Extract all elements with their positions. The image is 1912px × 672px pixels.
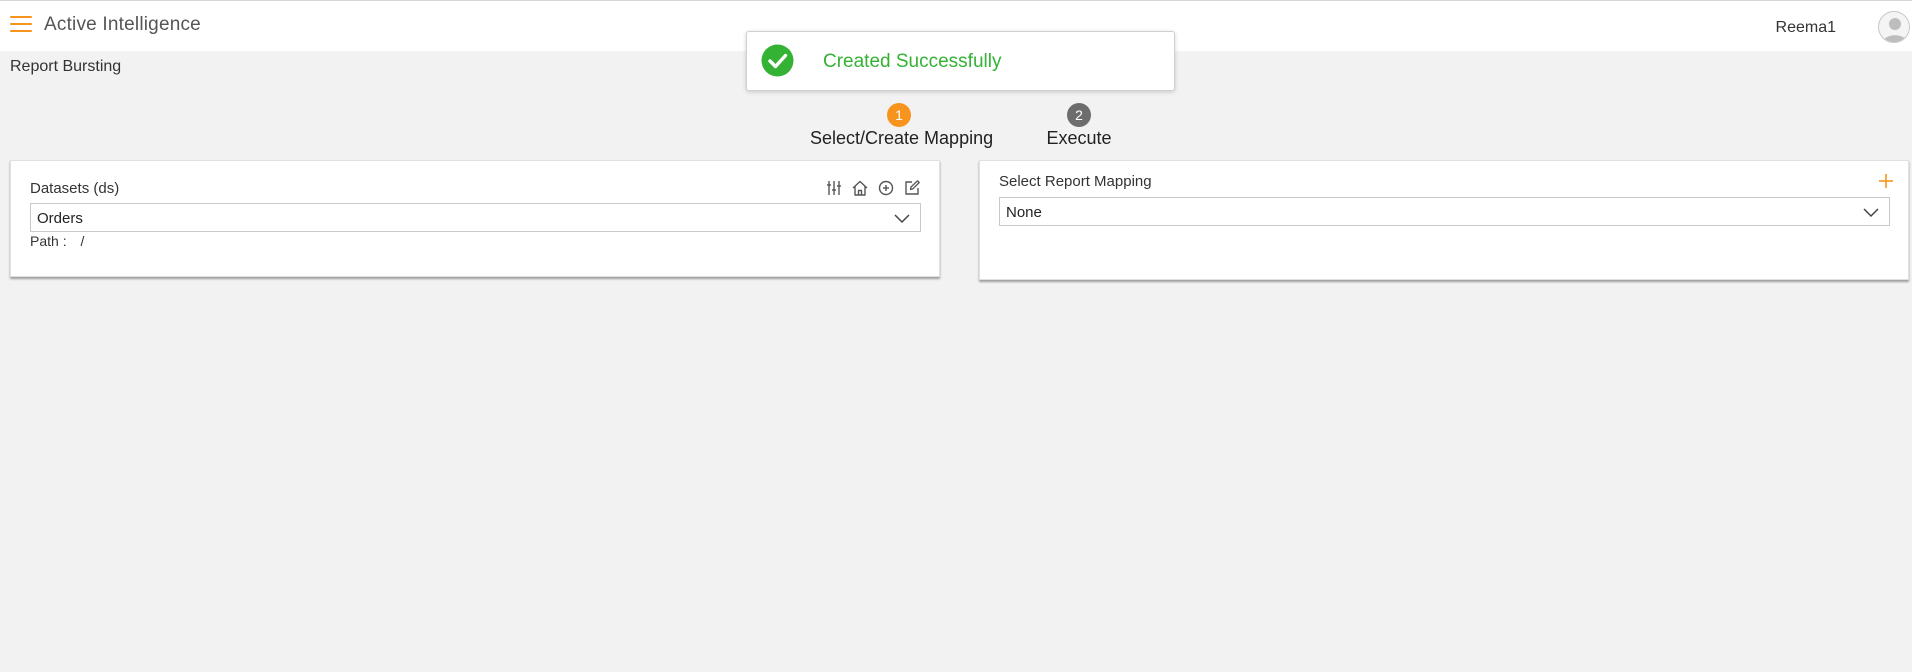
- report-mapping-label: Select Report Mapping: [999, 173, 1152, 190]
- step-execute[interactable]: 2 Execute: [1040, 103, 1118, 149]
- page-title: Report Bursting: [10, 58, 122, 75]
- home-icon[interactable]: [851, 179, 869, 197]
- check-circle-icon: [761, 44, 794, 77]
- chevron-down-icon: [894, 214, 910, 224]
- toast-message: Created Successfully: [823, 51, 1002, 72]
- step-number-badge: 2: [1067, 103, 1091, 127]
- path-value: /: [80, 233, 85, 249]
- datasets-select[interactable]: Orders: [30, 203, 921, 232]
- step-number-badge: 1: [887, 103, 911, 127]
- datasets-panel: Datasets (ds) Orders Path: /: [10, 160, 940, 277]
- edit-icon[interactable]: [903, 179, 921, 197]
- chevron-down-icon: [1863, 208, 1879, 218]
- plus-icon[interactable]: [1878, 173, 1894, 189]
- menu-icon[interactable]: [10, 16, 32, 34]
- report-mapping-panel: Select Report Mapping None: [979, 160, 1909, 280]
- sliders-icon[interactable]: [825, 179, 843, 197]
- add-circle-icon[interactable]: [877, 179, 895, 197]
- datasets-selected-value: Orders: [37, 210, 83, 227]
- success-toast: Created Successfully: [746, 31, 1175, 91]
- user-avatar-icon[interactable]: [1878, 11, 1910, 43]
- report-mapping-select[interactable]: None: [999, 197, 1890, 226]
- datasets-toolbar: [825, 179, 921, 199]
- step-label: Select/Create Mapping: [810, 128, 994, 148]
- dataset-path: Path : /: [30, 233, 84, 249]
- report-mapping-selected-value: None: [1006, 204, 1042, 221]
- datasets-label: Datasets (ds): [30, 180, 120, 197]
- step-select-create-mapping[interactable]: 1 Select/Create Mapping: [810, 103, 994, 149]
- step-label: Execute: [1046, 128, 1112, 148]
- app-title: Active Intelligence: [44, 14, 201, 35]
- user-name[interactable]: Reema1: [1776, 19, 1836, 37]
- path-label: Path :: [30, 233, 67, 249]
